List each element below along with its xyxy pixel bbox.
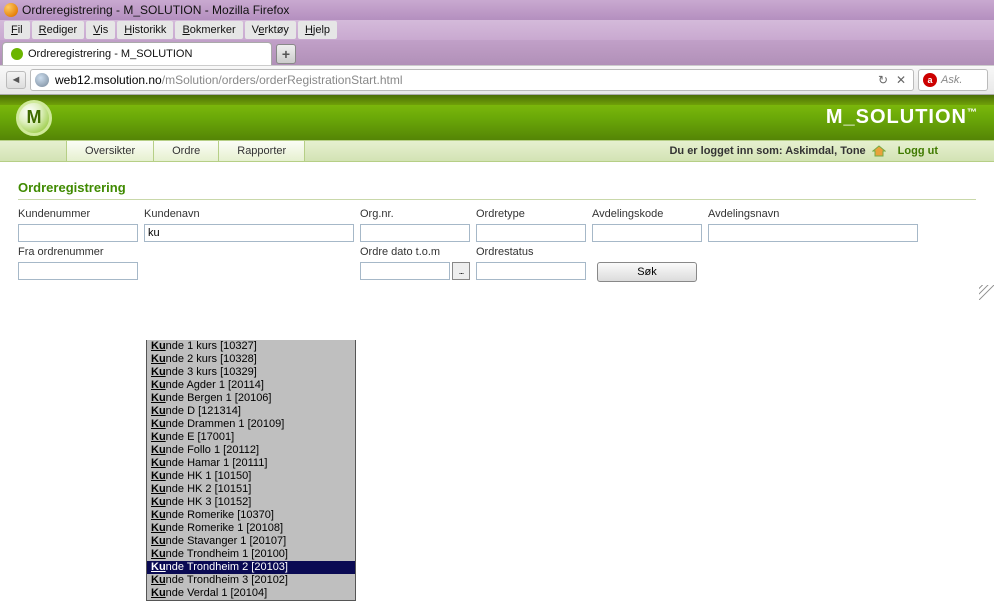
search-button-label: Søk: [637, 266, 657, 278]
tab-strip: Ordreregistrering - M_SOLUTION +: [0, 40, 994, 65]
panel-title: Ordreregistrering: [18, 180, 976, 200]
autocomplete-item[interactable]: Kunde 2 kurs [10328]: [147, 353, 355, 366]
autocomplete-item[interactable]: Kunde D [121314]: [147, 405, 355, 418]
autocomplete-item[interactable]: Kunde HK 2 [10151]: [147, 483, 355, 496]
menu-rediger[interactable]: Rediger: [32, 21, 85, 39]
tab-favicon: [11, 48, 23, 60]
logout-link[interactable]: Logg ut: [898, 145, 938, 157]
autocomplete-item[interactable]: Kunde Romerike 1 [20108]: [147, 522, 355, 535]
autocomplete-item[interactable]: Kunde Drammen 1 [20109]: [147, 418, 355, 431]
navtab-label: Ordre: [172, 145, 200, 157]
label-ordre-dato-tom: Ordre dato t.o.m: [360, 246, 470, 258]
input-ordretype[interactable]: [476, 224, 586, 242]
input-ordre-dato-tom[interactable]: [360, 262, 450, 280]
autocomplete-item[interactable]: Kunde Verdal 1 [20104]: [147, 587, 355, 600]
label-ordrestatus: Ordrestatus: [476, 246, 586, 258]
back-button[interactable]: ◄: [6, 71, 26, 89]
input-avdelingskode[interactable]: [592, 224, 702, 242]
login-info: Du er logget inn som: Askimdal, Tone: [669, 145, 865, 157]
url-host: web12.msolution.no: [55, 73, 162, 87]
address-toolbar: ◄ web12.msolution.no/mSolution/orders/or…: [0, 65, 994, 95]
menu-vis[interactable]: Vis: [86, 21, 115, 39]
menu-historikk[interactable]: Historikk: [117, 21, 173, 39]
menu-bar: Fil Rediger Vis Historikk Bokmerker Verk…: [0, 20, 994, 40]
window-titlebar: Ordreregistrering - M_SOLUTION - Mozilla…: [0, 0, 994, 20]
label-kundenummer: Kundenummer: [18, 208, 138, 220]
navtab-ordre[interactable]: Ordre: [154, 141, 219, 161]
label-avdelingskode: Avdelingskode: [592, 208, 702, 220]
menu-fil[interactable]: Fil: [4, 21, 30, 39]
globe-icon: [35, 73, 49, 87]
menu-bokmerker[interactable]: Bokmerker: [175, 21, 242, 39]
logo-letter: M: [27, 107, 42, 128]
autocomplete-item[interactable]: Kunde 1 kurs [10327]: [147, 340, 355, 353]
autocomplete-item[interactable]: Kunde Romerike [10370]: [147, 509, 355, 522]
chevron-left-icon: ◄: [11, 74, 22, 86]
input-kundenummer[interactable]: [18, 224, 138, 242]
autocomplete-item[interactable]: Kunde Stavanger 1 [20107]: [147, 535, 355, 548]
search-placeholder: Ask.: [941, 74, 962, 86]
app-root: M M_SOLUTION™ Oversikter Ordre Rapporter…: [0, 95, 994, 300]
search-box[interactable]: a Ask.: [918, 69, 988, 91]
autocomplete-item[interactable]: Kunde Trondheim 1 [20100]: [147, 548, 355, 561]
autocomplete-item[interactable]: Kunde E [17001]: [147, 431, 355, 444]
label-orgnr: Org.nr.: [360, 208, 470, 220]
label-kundenavn: Kundenavn: [144, 208, 354, 220]
menu-hjelp[interactable]: Hjelp: [298, 21, 337, 39]
home-icon[interactable]: [872, 145, 886, 157]
label-ordretype: Ordretype: [476, 208, 586, 220]
plus-icon: +: [282, 46, 290, 62]
label-fra-ordrenummer: Fra ordrenummer: [18, 246, 138, 258]
content-panel: Ordreregistrering Kundenummer Kundenavn …: [0, 162, 994, 300]
app-logo[interactable]: M: [16, 100, 52, 136]
resize-grip-icon[interactable]: [979, 285, 994, 300]
browser-tab[interactable]: Ordreregistrering - M_SOLUTION: [2, 42, 272, 65]
autocomplete-dropdown: Kunde 1 kurs [10327]Kunde 2 kurs [10328]…: [146, 340, 356, 601]
menu-verktoy[interactable]: Verktøy: [245, 21, 296, 39]
navtab-oversikter[interactable]: Oversikter: [66, 141, 154, 161]
app-header: M M_SOLUTION™: [0, 95, 994, 140]
new-tab-button[interactable]: +: [276, 44, 296, 64]
input-kundenavn[interactable]: [144, 224, 354, 242]
search-button[interactable]: Søk: [597, 262, 697, 282]
autocomplete-item[interactable]: Kunde Agder 1 [20114]: [147, 379, 355, 392]
autocomplete-item[interactable]: Kunde 3 kurs [10329]: [147, 366, 355, 379]
trademark: ™: [967, 107, 978, 118]
input-avdelingsnavn[interactable]: [708, 224, 918, 242]
autocomplete-item[interactable]: Kunde Hamar 1 [20111]: [147, 457, 355, 470]
login-prefix: Du er logget inn som:: [669, 145, 785, 157]
autocomplete-item[interactable]: Kunde Trondheim 3 [20102]: [147, 574, 355, 587]
autocomplete-item[interactable]: Kunde HK 3 [10152]: [147, 496, 355, 509]
navtab-label: Rapporter: [237, 145, 286, 157]
input-ordrestatus[interactable]: [476, 262, 586, 280]
navtab-label: Oversikter: [85, 145, 135, 157]
input-fra-ordrenummer[interactable]: [18, 262, 138, 280]
ask-icon: a: [923, 73, 937, 87]
login-user: Askimdal, Tone: [785, 145, 865, 157]
firefox-icon: [4, 3, 18, 17]
reload-icon[interactable]: ↻: [875, 72, 891, 88]
url-input[interactable]: web12.msolution.no/mSolution/orders/orde…: [30, 69, 914, 91]
stop-icon[interactable]: ✕: [893, 72, 909, 88]
datepicker-button[interactable]: ...: [452, 262, 470, 280]
window-title: Ordreregistrering - M_SOLUTION - Mozilla…: [22, 3, 289, 17]
tab-title: Ordreregistrering - M_SOLUTION: [28, 48, 192, 60]
brand-text: M_SOLUTION: [826, 106, 967, 128]
app-nav: Oversikter Ordre Rapporter Du er logget …: [0, 140, 994, 162]
app-brand: M_SOLUTION™: [826, 106, 978, 129]
label-avdelingsnavn: Avdelingsnavn: [708, 208, 918, 220]
autocomplete-item[interactable]: Kunde HK 1 [10150]: [147, 470, 355, 483]
autocomplete-item[interactable]: Kunde Bergen 1 [20106]: [147, 392, 355, 405]
autocomplete-item[interactable]: Kunde Follo 1 [20112]: [147, 444, 355, 457]
input-orgnr[interactable]: [360, 224, 470, 242]
autocomplete-item[interactable]: Kunde Trondheim 2 [20103]: [147, 561, 355, 574]
ellipsis-icon: ...: [459, 266, 464, 276]
search-form: Kundenummer Kundenavn Org.nr. Ordretype …: [18, 208, 976, 282]
navtab-rapporter[interactable]: Rapporter: [219, 141, 305, 161]
url-path: /mSolution/orders/orderRegistrationStart…: [162, 73, 403, 87]
